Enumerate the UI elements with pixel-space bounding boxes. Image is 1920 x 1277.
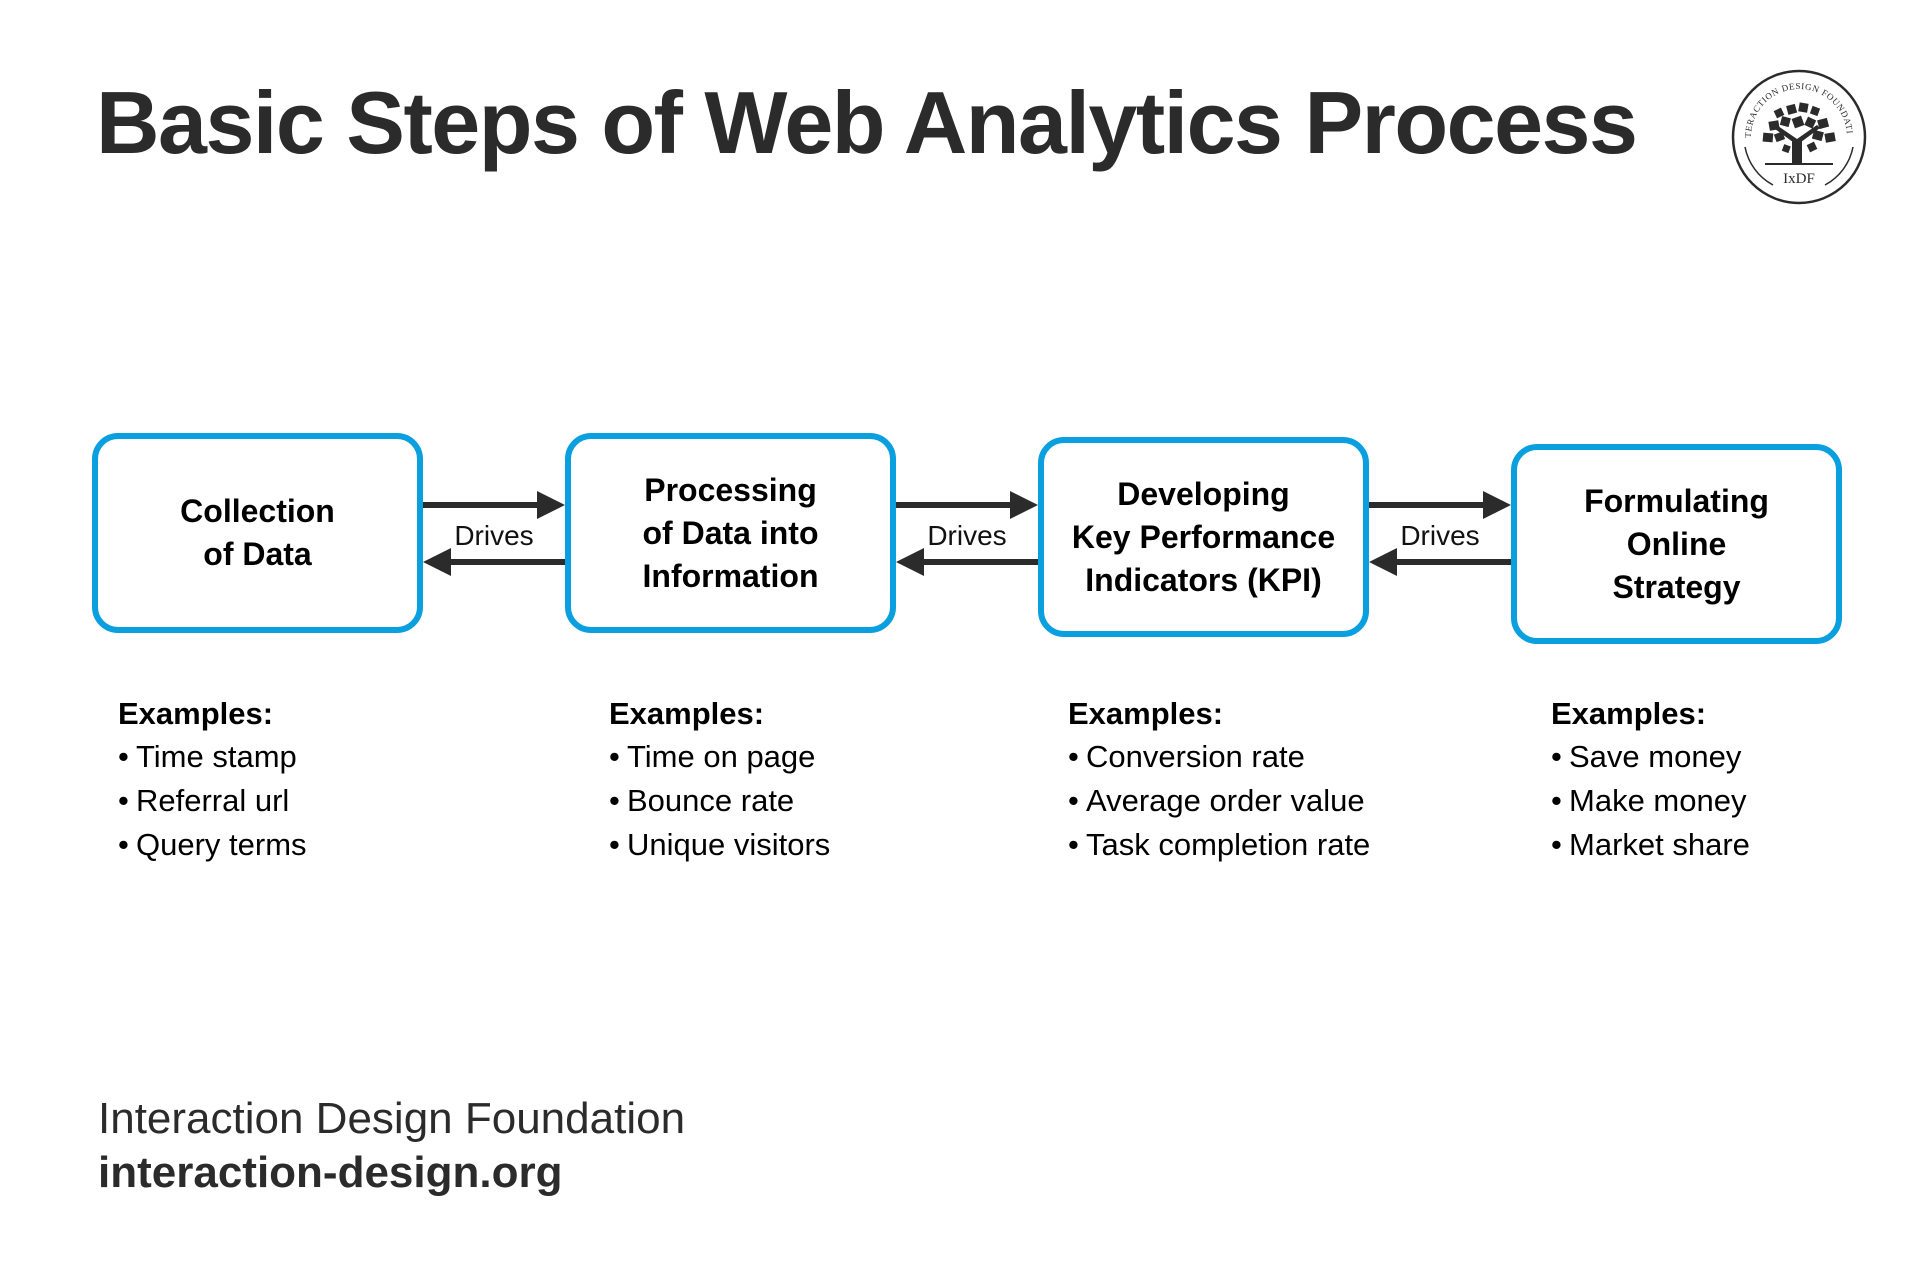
step-box-kpi: Developing Key Performance Indicators (K… [1038, 437, 1369, 637]
example-item: Save money [1551, 735, 1750, 779]
examples-heading: Examples: [609, 696, 765, 731]
examples-list: Conversion rate Average order value Task… [1068, 735, 1370, 867]
examples-heading: Examples: [1068, 696, 1224, 731]
page-title: Basic Steps of Web Analytics Process [96, 73, 1638, 172]
step-box-collection: Collection of Data [92, 433, 423, 633]
example-item: Average order value [1068, 779, 1370, 823]
example-item: Time on page [609, 735, 830, 779]
examples-heading: Examples: [1551, 696, 1707, 731]
example-item: Task completion rate [1068, 823, 1370, 867]
examples-collection: Examples: Time stamp Referral url Query … [118, 692, 307, 867]
logo-ring-text: INTERACTION DESIGN FOUNDATION [1729, 67, 1855, 138]
tree-icon [1762, 102, 1836, 165]
connector-3-label: Drives [1400, 520, 1480, 551]
examples-strategy: Examples: Save money Make money Market s… [1551, 692, 1750, 867]
connector-1-label: Drives [454, 520, 534, 551]
examples-kpi: Examples: Conversion rate Average order … [1068, 692, 1370, 867]
footer-url: interaction-design.org [98, 1148, 563, 1197]
example-item: Time stamp [118, 735, 307, 779]
footer: Interaction Design Foundation interactio… [98, 1092, 685, 1200]
examples-list: Time on page Bounce rate Unique visitors [609, 735, 830, 867]
footer-organization: Interaction Design Foundation [98, 1094, 686, 1143]
step-label: Formulating Online Strategy [1584, 482, 1769, 605]
example-item: Conversion rate [1068, 735, 1370, 779]
step-box-strategy: Formulating Online Strategy [1511, 444, 1842, 644]
example-item: Unique visitors [609, 823, 830, 867]
step-label: Developing Key Performance Indicators (K… [1071, 475, 1336, 598]
example-item: Referral url [118, 779, 307, 823]
example-item: Query terms [118, 823, 307, 867]
arrow-left-icon [896, 548, 1038, 576]
arrow-left-icon [1369, 548, 1511, 576]
example-item: Bounce rate [609, 779, 830, 823]
examples-heading: Examples: [118, 696, 274, 731]
arrow-right-icon [896, 491, 1038, 519]
examples-list: Save money Make money Market share [1551, 735, 1750, 867]
example-item: Market share [1551, 823, 1750, 867]
examples-list: Time stamp Referral url Query terms [118, 735, 307, 867]
logo-monogram: IxDF [1783, 171, 1815, 187]
step-label: Processing of Data into Information [642, 471, 819, 594]
example-item: Make money [1551, 779, 1750, 823]
step-box-processing: Processing of Data into Information [565, 433, 896, 633]
arrow-right-icon [423, 491, 565, 519]
step-label: Collection of Data [180, 493, 335, 572]
arrow-left-icon [423, 548, 565, 576]
ixdf-logo: INTERACTION DESIGN FOUNDATION IxDF [1729, 67, 1867, 205]
arrow-right-icon [1369, 491, 1511, 519]
examples-processing: Examples: Time on page Bounce rate Uniqu… [609, 692, 830, 867]
connector-2-label: Drives [927, 520, 1007, 551]
